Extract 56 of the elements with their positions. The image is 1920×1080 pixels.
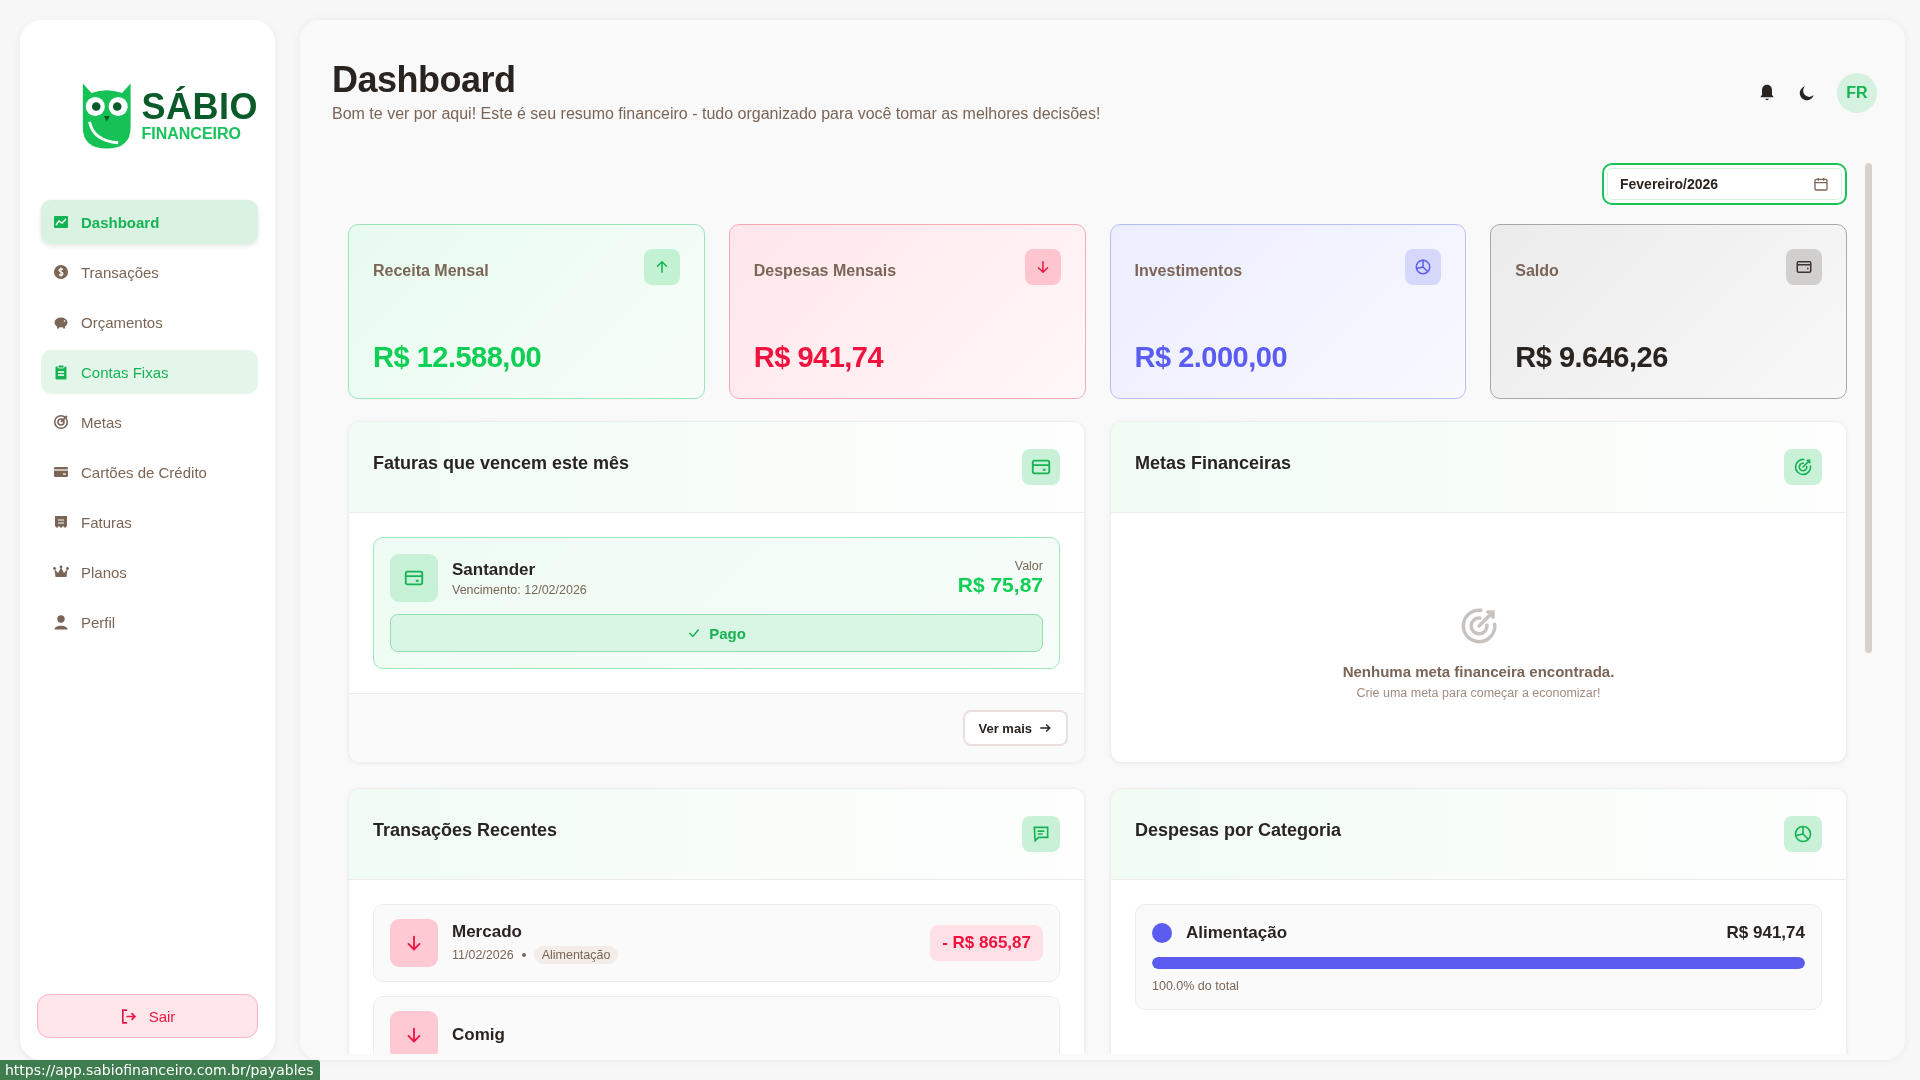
- sidebar-item[interactable]: Perfil: [41, 600, 258, 644]
- panel-title: Metas Financeiras: [1135, 452, 1292, 474]
- logout-button[interactable]: Sair: [37, 994, 258, 1038]
- sidebar-item[interactable]: Metas: [41, 400, 258, 444]
- page-subtitle: Bom te ver por aqui! Este é seu resumo financeiro - tudo organizado para você tomar as melhores decisões!: [332, 105, 1101, 124]
- target-icon: [1793, 457, 1813, 478]
- bill-due-date: Vencimento: 12/02/2026: [452, 582, 587, 597]
- card-label: Investimentos: [1134, 262, 1243, 281]
- see-more-button[interactable]: Ver mais: [962, 710, 1068, 747]
- chart-icon: [53, 214, 69, 230]
- calendar-icon: [1813, 176, 1829, 193]
- category-share: 100.0% do total: [1152, 979, 1240, 994]
- transaction-name: Mercado: [452, 922, 523, 943]
- empty-state-title: Nenhuma meta financeira encontrada.: [1342, 663, 1615, 681]
- page-title: Dashboard: [332, 58, 517, 102]
- sidebar-item[interactable]: Transações: [41, 250, 258, 294]
- brand-tagline: FINANCEIRO: [141, 125, 243, 143]
- month-picker[interactable]: Fevereiro/2026: [1602, 163, 1847, 206]
- bill-amount: R$ 75,87: [957, 573, 1043, 598]
- sidebar-item[interactable]: Planos: [41, 550, 258, 594]
- clipboard-icon: [53, 364, 69, 380]
- pie-chart-icon: [1793, 824, 1813, 845]
- target-icon: [53, 414, 69, 430]
- transaction-row[interactable]: Comig: [373, 996, 1060, 1054]
- panel-title: Despesas por Categoria: [1135, 819, 1342, 841]
- amount-label: Valor: [1014, 559, 1043, 574]
- scrollbar[interactable]: [1865, 163, 1872, 654]
- card-value: R$ 12.588,00: [373, 341, 543, 375]
- coin-icon: [53, 264, 69, 280]
- bill-name: Santander: [452, 559, 537, 580]
- card-value: R$ 2.000,00: [1134, 341, 1288, 375]
- card-label: Saldo: [1515, 262, 1559, 281]
- transaction-amount: - R$ 865,87: [930, 925, 1043, 962]
- panel-title: Faturas que vencem este mês: [373, 452, 630, 474]
- card-label: Receita Mensal: [373, 262, 489, 281]
- sidebar-item[interactable]: Faturas: [41, 500, 258, 544]
- card-label: Despesas Mensais: [753, 262, 897, 281]
- card-value: R$ 941,74: [753, 341, 885, 375]
- credit-card-icon: [53, 464, 69, 480]
- category-tag: Alimentação: [533, 946, 619, 965]
- separator-dot-icon: [521, 953, 526, 958]
- category-amount: R$ 941,74: [1726, 923, 1805, 944]
- logout-icon: [119, 1007, 137, 1025]
- transaction-row[interactable]: Mercado 11/02/2026 Alimentação - R$ 865,87: [373, 904, 1060, 983]
- card-value: R$ 9.646,26: [1515, 341, 1669, 375]
- category-name: Alimentação: [1186, 923, 1288, 944]
- sidebar-item[interactable]: Orçamentos: [41, 300, 258, 344]
- status-url: https://app.sabiofinanceiro.com.br/payables: [0, 1060, 320, 1080]
- person-icon: [53, 614, 69, 630]
- crown-icon: [53, 564, 69, 580]
- empty-state-hint: Crie uma meta para começar a economizar!: [1356, 686, 1601, 701]
- transaction-name: Comig: [452, 1025, 505, 1046]
- sidebar-item[interactable]: Cartões de Crédito: [41, 450, 258, 494]
- transaction-date: 11/02/2026: [452, 948, 514, 963]
- panel-title: Transações Recentes: [373, 819, 558, 841]
- pie-chart-icon: [1414, 258, 1433, 277]
